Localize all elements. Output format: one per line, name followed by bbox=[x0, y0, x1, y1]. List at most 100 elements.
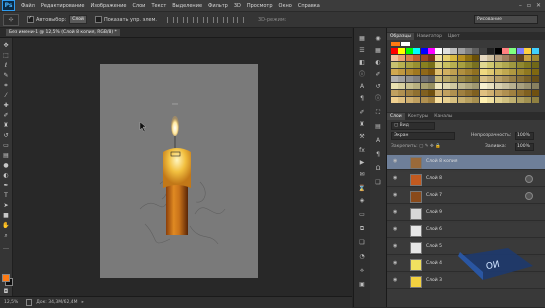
swatch[interactable] bbox=[398, 97, 406, 103]
distribute-2-icon[interactable] bbox=[236, 16, 244, 23]
menu-image[interactable]: Изображение bbox=[90, 3, 126, 9]
swatch[interactable] bbox=[398, 90, 406, 96]
swatch[interactable] bbox=[398, 55, 406, 61]
swatch[interactable] bbox=[428, 83, 435, 89]
layer-row[interactable]: ◉ Слой 8 копия bbox=[387, 155, 545, 170]
visibility-eye-icon[interactable]: ◉ bbox=[393, 261, 399, 266]
swatch[interactable] bbox=[442, 55, 450, 61]
layers-panel-icon[interactable]: ❏ bbox=[373, 178, 383, 187]
swatch[interactable] bbox=[472, 69, 480, 75]
more-tools-icon[interactable]: … bbox=[2, 244, 10, 252]
swatch[interactable] bbox=[487, 83, 495, 89]
swatch[interactable] bbox=[398, 76, 406, 82]
swatch[interactable] bbox=[465, 62, 472, 68]
swatch[interactable] bbox=[509, 55, 517, 61]
swatch[interactable] bbox=[405, 48, 413, 54]
swatch[interactable] bbox=[428, 69, 435, 75]
measure-icon[interactable]: ▭ bbox=[357, 210, 367, 219]
swatch[interactable] bbox=[479, 69, 487, 75]
lock-mini-icon[interactable]: ▣ bbox=[357, 280, 367, 289]
zoom-tool-icon[interactable]: ⌕ bbox=[2, 232, 10, 240]
layer-comp-icon[interactable]: ❏ bbox=[357, 238, 367, 247]
swatch[interactable] bbox=[465, 97, 472, 103]
stamp-tool-icon[interactable]: ♜ bbox=[2, 122, 10, 130]
swatch[interactable] bbox=[435, 48, 443, 54]
info-arrow-icon[interactable]: ▸ bbox=[82, 300, 84, 305]
swatch[interactable] bbox=[524, 83, 532, 89]
swatch[interactable] bbox=[435, 76, 443, 82]
lasso-tool-icon[interactable]: ℓ bbox=[2, 62, 10, 70]
swatch[interactable] bbox=[509, 90, 517, 96]
swatch[interactable] bbox=[450, 90, 458, 96]
swatch[interactable] bbox=[420, 83, 428, 89]
quick-mask-icon[interactable]: ◘ bbox=[2, 288, 10, 296]
document-tab[interactable]: Без имени-1 @ 12,5% (Слой 8 копия, RGB/8… bbox=[6, 29, 120, 36]
close-icon[interactable]: ✕ bbox=[536, 2, 541, 9]
swatch[interactable] bbox=[391, 76, 398, 82]
eyedropper-tool-icon[interactable]: ⁄ bbox=[2, 92, 10, 100]
visibility-eye-icon[interactable]: ◉ bbox=[393, 176, 399, 181]
channels-mini-icon[interactable]: ◔ bbox=[357, 252, 367, 261]
menu-type[interactable]: Текст bbox=[151, 3, 166, 9]
swatch[interactable] bbox=[531, 62, 539, 68]
visibility-eye-icon[interactable]: ◉ bbox=[393, 227, 399, 232]
swatch[interactable] bbox=[516, 97, 524, 103]
swatch[interactable] bbox=[391, 48, 398, 54]
document-canvas[interactable] bbox=[100, 64, 258, 278]
swatch[interactable] bbox=[472, 83, 480, 89]
swatch[interactable] bbox=[420, 97, 428, 103]
navigator-panel-icon[interactable]: ⛶ bbox=[373, 108, 383, 117]
swatch[interactable] bbox=[479, 97, 487, 103]
swatch[interactable] bbox=[428, 62, 435, 68]
swatch[interactable] bbox=[531, 55, 539, 61]
swatch[interactable] bbox=[524, 97, 532, 103]
swatch[interactable] bbox=[502, 97, 509, 103]
swatch[interactable] bbox=[442, 48, 450, 54]
auto-select-checkbox[interactable] bbox=[27, 15, 34, 23]
swatch[interactable] bbox=[405, 90, 413, 96]
tab-channels[interactable]: Каналы bbox=[431, 113, 455, 120]
crop-tool-icon[interactable]: ⌗ bbox=[2, 82, 10, 90]
visibility-eye-icon[interactable]: ◉ bbox=[393, 278, 399, 283]
actions-icon[interactable]: ▶ bbox=[357, 158, 367, 167]
layer-row[interactable]: ◉ Слой 9 bbox=[387, 206, 545, 221]
swatch[interactable] bbox=[516, 55, 524, 61]
swatch[interactable] bbox=[524, 76, 532, 82]
fill-input[interactable]: 100% bbox=[515, 143, 534, 151]
swatch[interactable] bbox=[435, 69, 443, 75]
adjustments-panel-icon[interactable]: ◐ bbox=[373, 58, 383, 67]
swatch[interactable] bbox=[531, 90, 539, 96]
layer-row[interactable]: ◉ Слой 6 bbox=[387, 223, 545, 238]
opacity-input[interactable]: 100% bbox=[515, 132, 534, 140]
visibility-eye-icon[interactable]: ◉ bbox=[393, 210, 399, 215]
menu-3d[interactable]: 3D bbox=[234, 3, 241, 9]
character-icon[interactable]: A bbox=[357, 82, 367, 91]
swatch[interactable] bbox=[428, 48, 435, 54]
swatch[interactable] bbox=[457, 90, 465, 96]
swatch[interactable] bbox=[502, 76, 509, 82]
timeline-icon[interactable]: ⌛ bbox=[357, 184, 367, 193]
swatch[interactable] bbox=[435, 62, 443, 68]
swatch[interactable] bbox=[487, 55, 495, 61]
swatch[interactable] bbox=[524, 48, 532, 54]
swatch[interactable] bbox=[472, 55, 480, 61]
paragraph-icon[interactable]: ¶ bbox=[357, 94, 367, 103]
align-top-icon[interactable] bbox=[166, 16, 174, 23]
swatch[interactable] bbox=[435, 55, 443, 61]
swatch[interactable] bbox=[479, 90, 487, 96]
swatch[interactable] bbox=[465, 90, 472, 96]
swatch[interactable] bbox=[472, 76, 480, 82]
swatch[interactable] bbox=[413, 97, 421, 103]
menu-window[interactable]: Окно bbox=[279, 3, 292, 9]
swatch[interactable] bbox=[420, 76, 428, 82]
swatch[interactable] bbox=[450, 97, 458, 103]
menu-filter[interactable]: Фильтр bbox=[208, 3, 228, 9]
swatch[interactable] bbox=[487, 62, 495, 68]
swatch[interactable] bbox=[398, 62, 406, 68]
swatch[interactable] bbox=[494, 83, 502, 89]
move-tool-icon[interactable]: ✥ bbox=[2, 42, 10, 50]
swatch[interactable] bbox=[405, 55, 413, 61]
marquee-tool-icon[interactable]: ⬚ bbox=[2, 52, 10, 60]
workspace-dropdown[interactable]: Рисование bbox=[474, 15, 538, 24]
swatch[interactable] bbox=[450, 69, 458, 75]
